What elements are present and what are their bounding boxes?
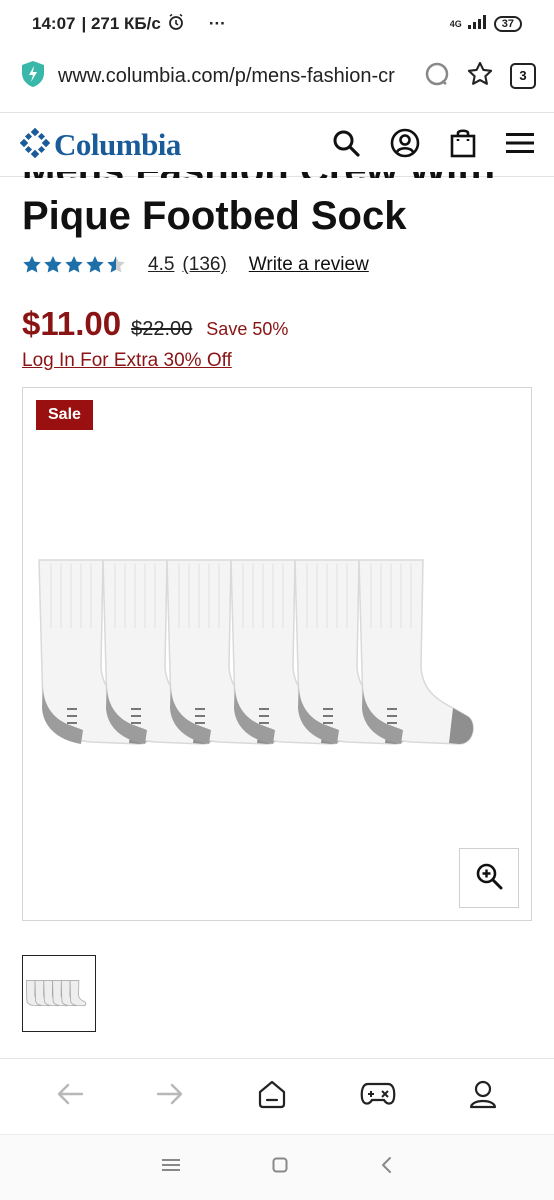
system-home-icon[interactable] (272, 1157, 288, 1178)
savings-text: Save 50% (206, 319, 289, 339)
status-time: 14:07 (32, 14, 76, 33)
tab-count-button[interactable]: 3 (510, 63, 536, 89)
price-row: $11.00 $22.00 Save 50% (22, 305, 288, 343)
brand-name: Columbia (54, 127, 181, 162)
rating-value-link[interactable]: 4.5 (148, 254, 174, 276)
shield-icon[interactable] (20, 60, 46, 93)
arrow-right-icon[interactable] (156, 1082, 184, 1111)
search-icon[interactable] (332, 129, 360, 162)
alarm-icon (167, 13, 185, 36)
signal-icon (467, 14, 488, 34)
original-price: $22.00 (131, 318, 193, 340)
star-icon[interactable] (466, 60, 494, 93)
arrow-left-icon[interactable] (56, 1082, 84, 1111)
account-icon[interactable] (390, 128, 420, 163)
product-thumbnail[interactable] (22, 955, 96, 1032)
shopping-bag-icon[interactable] (450, 128, 476, 163)
system-nav-bar (0, 1134, 554, 1200)
profile-icon[interactable] (468, 1078, 498, 1115)
sale-price: $11.00 (22, 305, 122, 342)
review-count-link[interactable]: (136) (182, 254, 226, 276)
sale-badge: Sale (36, 400, 93, 430)
zoom-button[interactable] (459, 848, 519, 908)
home-icon[interactable] (256, 1078, 288, 1115)
hamburger-menu-icon[interactable] (506, 132, 534, 159)
star-rating (22, 255, 126, 275)
login-offer-link[interactable]: Log In For Extra 30% Off (22, 350, 232, 372)
site-header: Columbia (0, 115, 554, 175)
rating-row: 4.5 (136) Write a review (22, 254, 369, 276)
browser-bottom-nav (0, 1058, 554, 1134)
system-back-icon[interactable] (380, 1156, 392, 1179)
columbia-logo[interactable]: Columbia (19, 127, 181, 163)
status-speed: | 271 КБ/с (81, 14, 161, 33)
thumbnail-socks-icon (26, 979, 87, 1006)
address-bar[interactable]: www.columbia.com/p/mens-fashion-cr 3 (0, 52, 554, 100)
gamepad-icon[interactable] (360, 1080, 396, 1113)
socks-photo (37, 558, 519, 763)
status-bar: 14:07 | 271 КБ/с ··· 4G 37 (0, 0, 554, 48)
more-dots: ··· (208, 14, 226, 33)
product-title: Pique Footbed Sock (22, 194, 407, 238)
battery-indicator: 37 (493, 16, 522, 32)
network-type: 4G (449, 18, 462, 29)
diamond-logo-icon (19, 127, 51, 163)
recents-menu-icon[interactable] (162, 1158, 180, 1177)
url-text[interactable]: www.columbia.com/p/mens-fashion-cr (58, 65, 401, 88)
reload-icon[interactable] (424, 61, 450, 92)
zoom-in-icon (475, 862, 503, 895)
write-review-link[interactable]: Write a review (249, 254, 369, 276)
product-image[interactable]: Sale (22, 387, 532, 921)
divider (0, 112, 554, 113)
